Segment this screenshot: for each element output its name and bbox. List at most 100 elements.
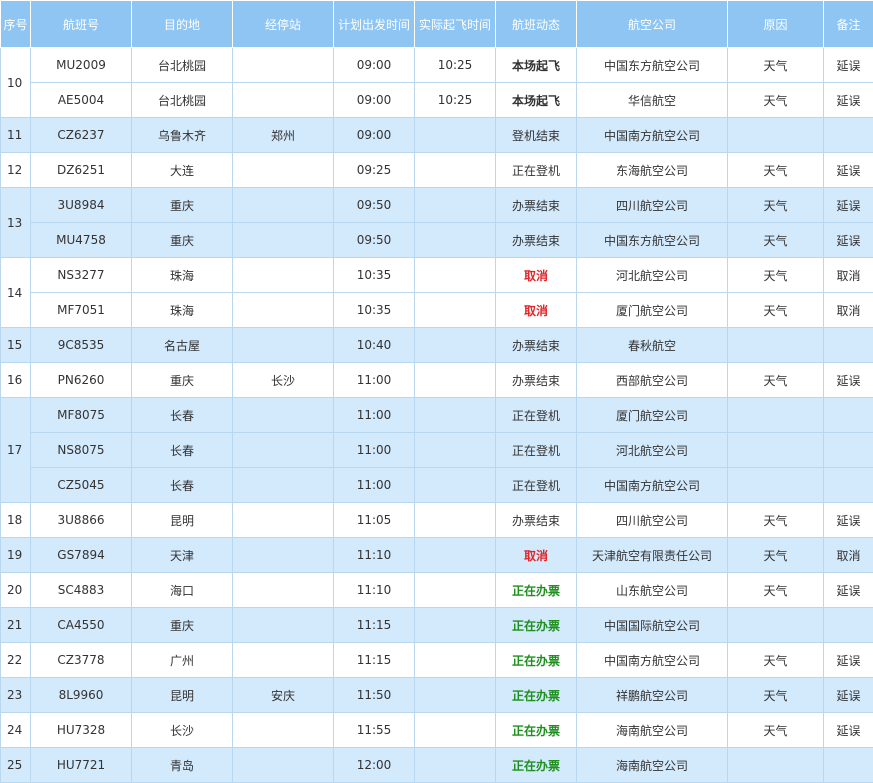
planned-departure-cell: 11:15: [334, 643, 415, 678]
flight-status-cell: 办票结束: [496, 328, 577, 363]
table-row: MU4758重庆09:50办票结束中国东方航空公司天气延误: [1, 223, 873, 258]
seq-cell: 16: [1, 363, 31, 398]
seq-cell: 15: [1, 328, 31, 363]
airline-cell: 中国东方航空公司: [577, 48, 728, 83]
stopover-cell: [233, 468, 334, 503]
airline-cell: 祥鹏航空公司: [577, 678, 728, 713]
seq-cell: 17: [1, 398, 31, 503]
destination-cell: 昆明: [132, 678, 233, 713]
reason-cell: 天气: [728, 363, 824, 398]
destination-cell: 乌鲁木齐: [132, 118, 233, 153]
status-badge: 取消: [524, 549, 548, 563]
stopover-cell: 郑州: [233, 118, 334, 153]
stopover-cell: [233, 643, 334, 678]
header-actual-departure: 实际起飞时间: [415, 1, 496, 48]
planned-departure-cell: 09:50: [334, 188, 415, 223]
flight-status-cell: 正在办票: [496, 643, 577, 678]
remark-cell: 延误: [824, 223, 873, 258]
planned-departure-cell: 11:00: [334, 468, 415, 503]
remark-cell: [824, 328, 873, 363]
actual-departure-cell: [415, 293, 496, 328]
reason-cell: 天气: [728, 258, 824, 293]
airline-cell: 中国南方航空公司: [577, 118, 728, 153]
status-badge: 办票结束: [512, 199, 560, 213]
actual-departure-cell: [415, 153, 496, 188]
reason-cell: 天气: [728, 48, 824, 83]
destination-cell: 重庆: [132, 363, 233, 398]
reason-cell: 天气: [728, 83, 824, 118]
reason-cell: 天气: [728, 503, 824, 538]
seq-cell: 13: [1, 188, 31, 258]
seq-cell: 20: [1, 573, 31, 608]
flight-status-cell: 办票结束: [496, 503, 577, 538]
planned-departure-cell: 11:00: [334, 363, 415, 398]
table-body: 10MU2009台北桃园09:0010:25本场起飞中国东方航空公司天气延误AE…: [1, 48, 873, 783]
status-badge: 正在办票: [512, 654, 560, 668]
status-badge: 正在登机: [512, 444, 560, 458]
reason-cell: [728, 468, 824, 503]
flight-status-cell: 取消: [496, 293, 577, 328]
remark-cell: 延误: [824, 188, 873, 223]
flight-departure-table: 序号 航班号 目的地 经停站 计划出发时间 实际起飞时间 航班动态 航空公司 原…: [0, 0, 873, 783]
table-row: 16PN6260重庆长沙11:00办票结束西部航空公司天气延误: [1, 363, 873, 398]
table-row: 22CZ3778广州11:15正在办票中国南方航空公司天气延误: [1, 643, 873, 678]
header-planned-departure: 计划出发时间: [334, 1, 415, 48]
destination-cell: 珠海: [132, 293, 233, 328]
destination-cell: 长春: [132, 468, 233, 503]
table-row: 159C8535名古屋10:40办票结束春秋航空: [1, 328, 873, 363]
flight-number-cell: MU4758: [31, 223, 132, 258]
table-row: 21CA4550重庆11:15正在办票中国国际航空公司: [1, 608, 873, 643]
destination-cell: 台北桃园: [132, 83, 233, 118]
airline-cell: 华信航空: [577, 83, 728, 118]
seq-cell: 23: [1, 678, 31, 713]
stopover-cell: 长沙: [233, 363, 334, 398]
airline-cell: 中国国际航空公司: [577, 608, 728, 643]
reason-cell: 天气: [728, 293, 824, 328]
reason-cell: 天气: [728, 643, 824, 678]
destination-cell: 重庆: [132, 223, 233, 258]
flight-number-cell: MF8075: [31, 398, 132, 433]
flight-number-cell: 3U8984: [31, 188, 132, 223]
planned-departure-cell: 11:15: [334, 608, 415, 643]
table-row: 20SC4883海口11:10正在办票山东航空公司天气延误: [1, 573, 873, 608]
table-row: CZ5045长春11:00正在登机中国南方航空公司: [1, 468, 873, 503]
actual-departure-cell: [415, 223, 496, 258]
flight-status-cell: 办票结束: [496, 363, 577, 398]
flight-status-cell: 正在登机: [496, 153, 577, 188]
flight-number-cell: NS8075: [31, 433, 132, 468]
flight-number-cell: PN6260: [31, 363, 132, 398]
table-row: 10MU2009台北桃园09:0010:25本场起飞中国东方航空公司天气延误: [1, 48, 873, 83]
actual-departure-cell: [415, 188, 496, 223]
flight-status-cell: 取消: [496, 538, 577, 573]
reason-cell: 天气: [728, 538, 824, 573]
airline-cell: 厦门航空公司: [577, 398, 728, 433]
remark-cell: [824, 398, 873, 433]
planned-departure-cell: 09:00: [334, 83, 415, 118]
header-destination: 目的地: [132, 1, 233, 48]
destination-cell: 重庆: [132, 188, 233, 223]
airline-cell: 中国南方航空公司: [577, 643, 728, 678]
flight-status-cell: 正在办票: [496, 573, 577, 608]
planned-departure-cell: 12:00: [334, 748, 415, 783]
flight-number-cell: 3U8866: [31, 503, 132, 538]
planned-departure-cell: 11:10: [334, 538, 415, 573]
table-row: 17MF8075长春11:00正在登机厦门航空公司: [1, 398, 873, 433]
status-badge: 正在办票: [512, 689, 560, 703]
reason-cell: [728, 398, 824, 433]
table-row: 14NS3277珠海10:35取消河北航空公司天气取消: [1, 258, 873, 293]
seq-cell: 18: [1, 503, 31, 538]
table-row: NS8075长春11:00正在登机河北航空公司: [1, 433, 873, 468]
seq-cell: 24: [1, 713, 31, 748]
remark-cell: 取消: [824, 293, 873, 328]
planned-departure-cell: 10:35: [334, 293, 415, 328]
actual-departure-cell: [415, 363, 496, 398]
table-row: 11CZ6237乌鲁木齐郑州09:00登机结束中国南方航空公司: [1, 118, 873, 153]
status-badge: 办票结束: [512, 514, 560, 528]
reason-cell: 天气: [728, 153, 824, 188]
header-flight-number: 航班号: [31, 1, 132, 48]
reason-cell: 天气: [728, 713, 824, 748]
stopover-cell: [233, 713, 334, 748]
flight-status-cell: 本场起飞: [496, 48, 577, 83]
planned-departure-cell: 11:00: [334, 398, 415, 433]
reason-cell: 天气: [728, 188, 824, 223]
